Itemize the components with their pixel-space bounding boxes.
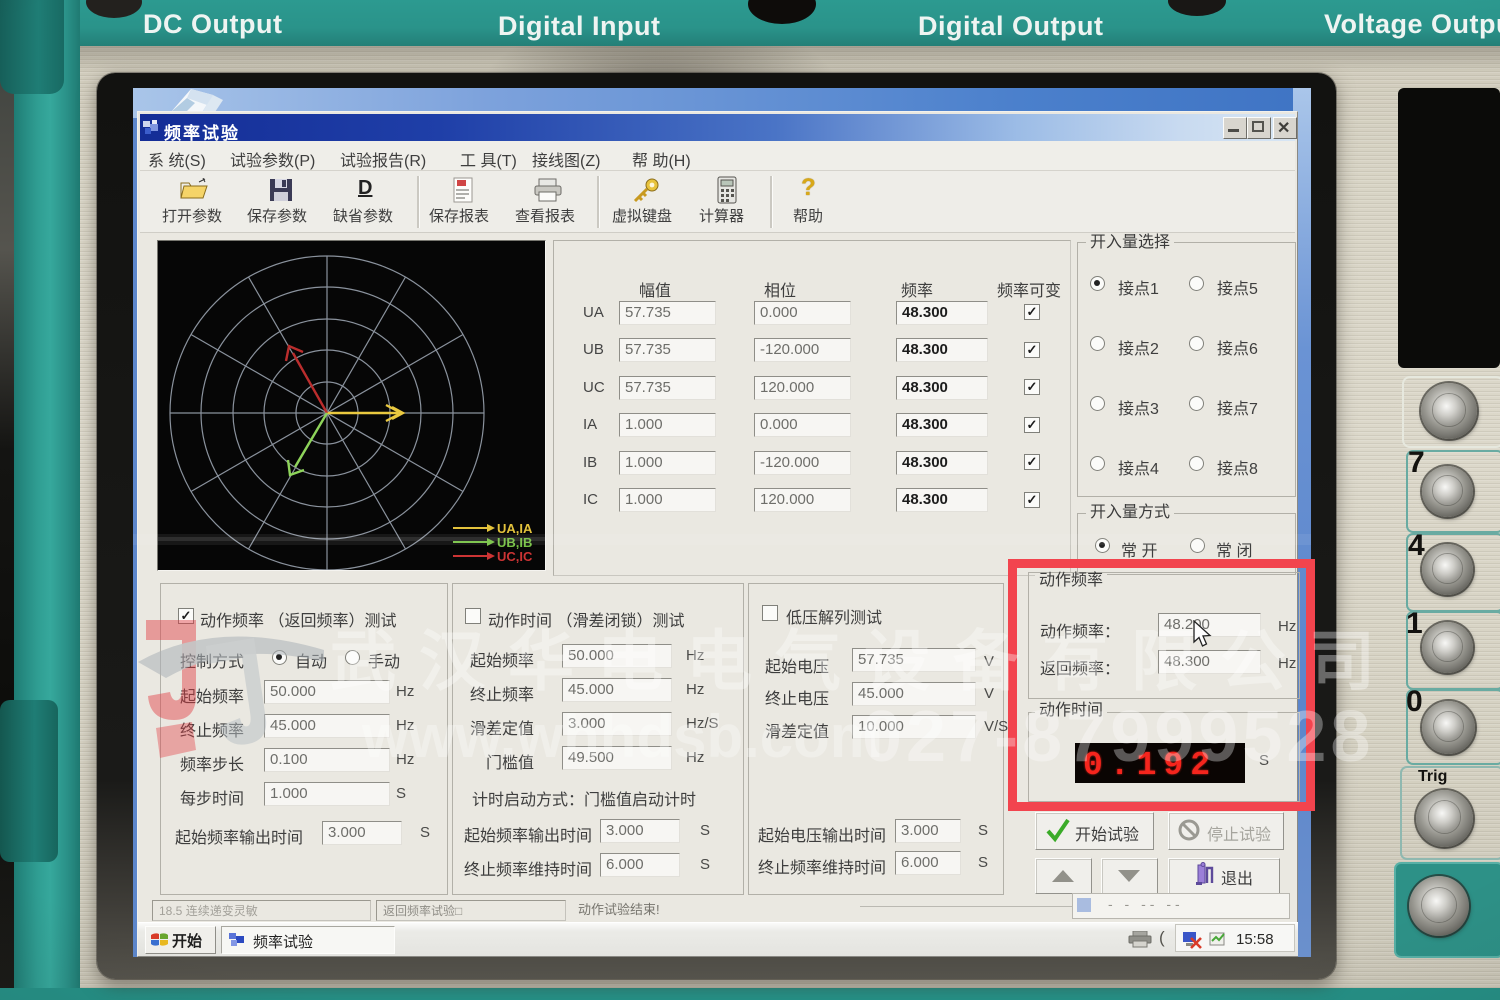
svg-text:UC,IC: UC,IC — [497, 549, 533, 564]
